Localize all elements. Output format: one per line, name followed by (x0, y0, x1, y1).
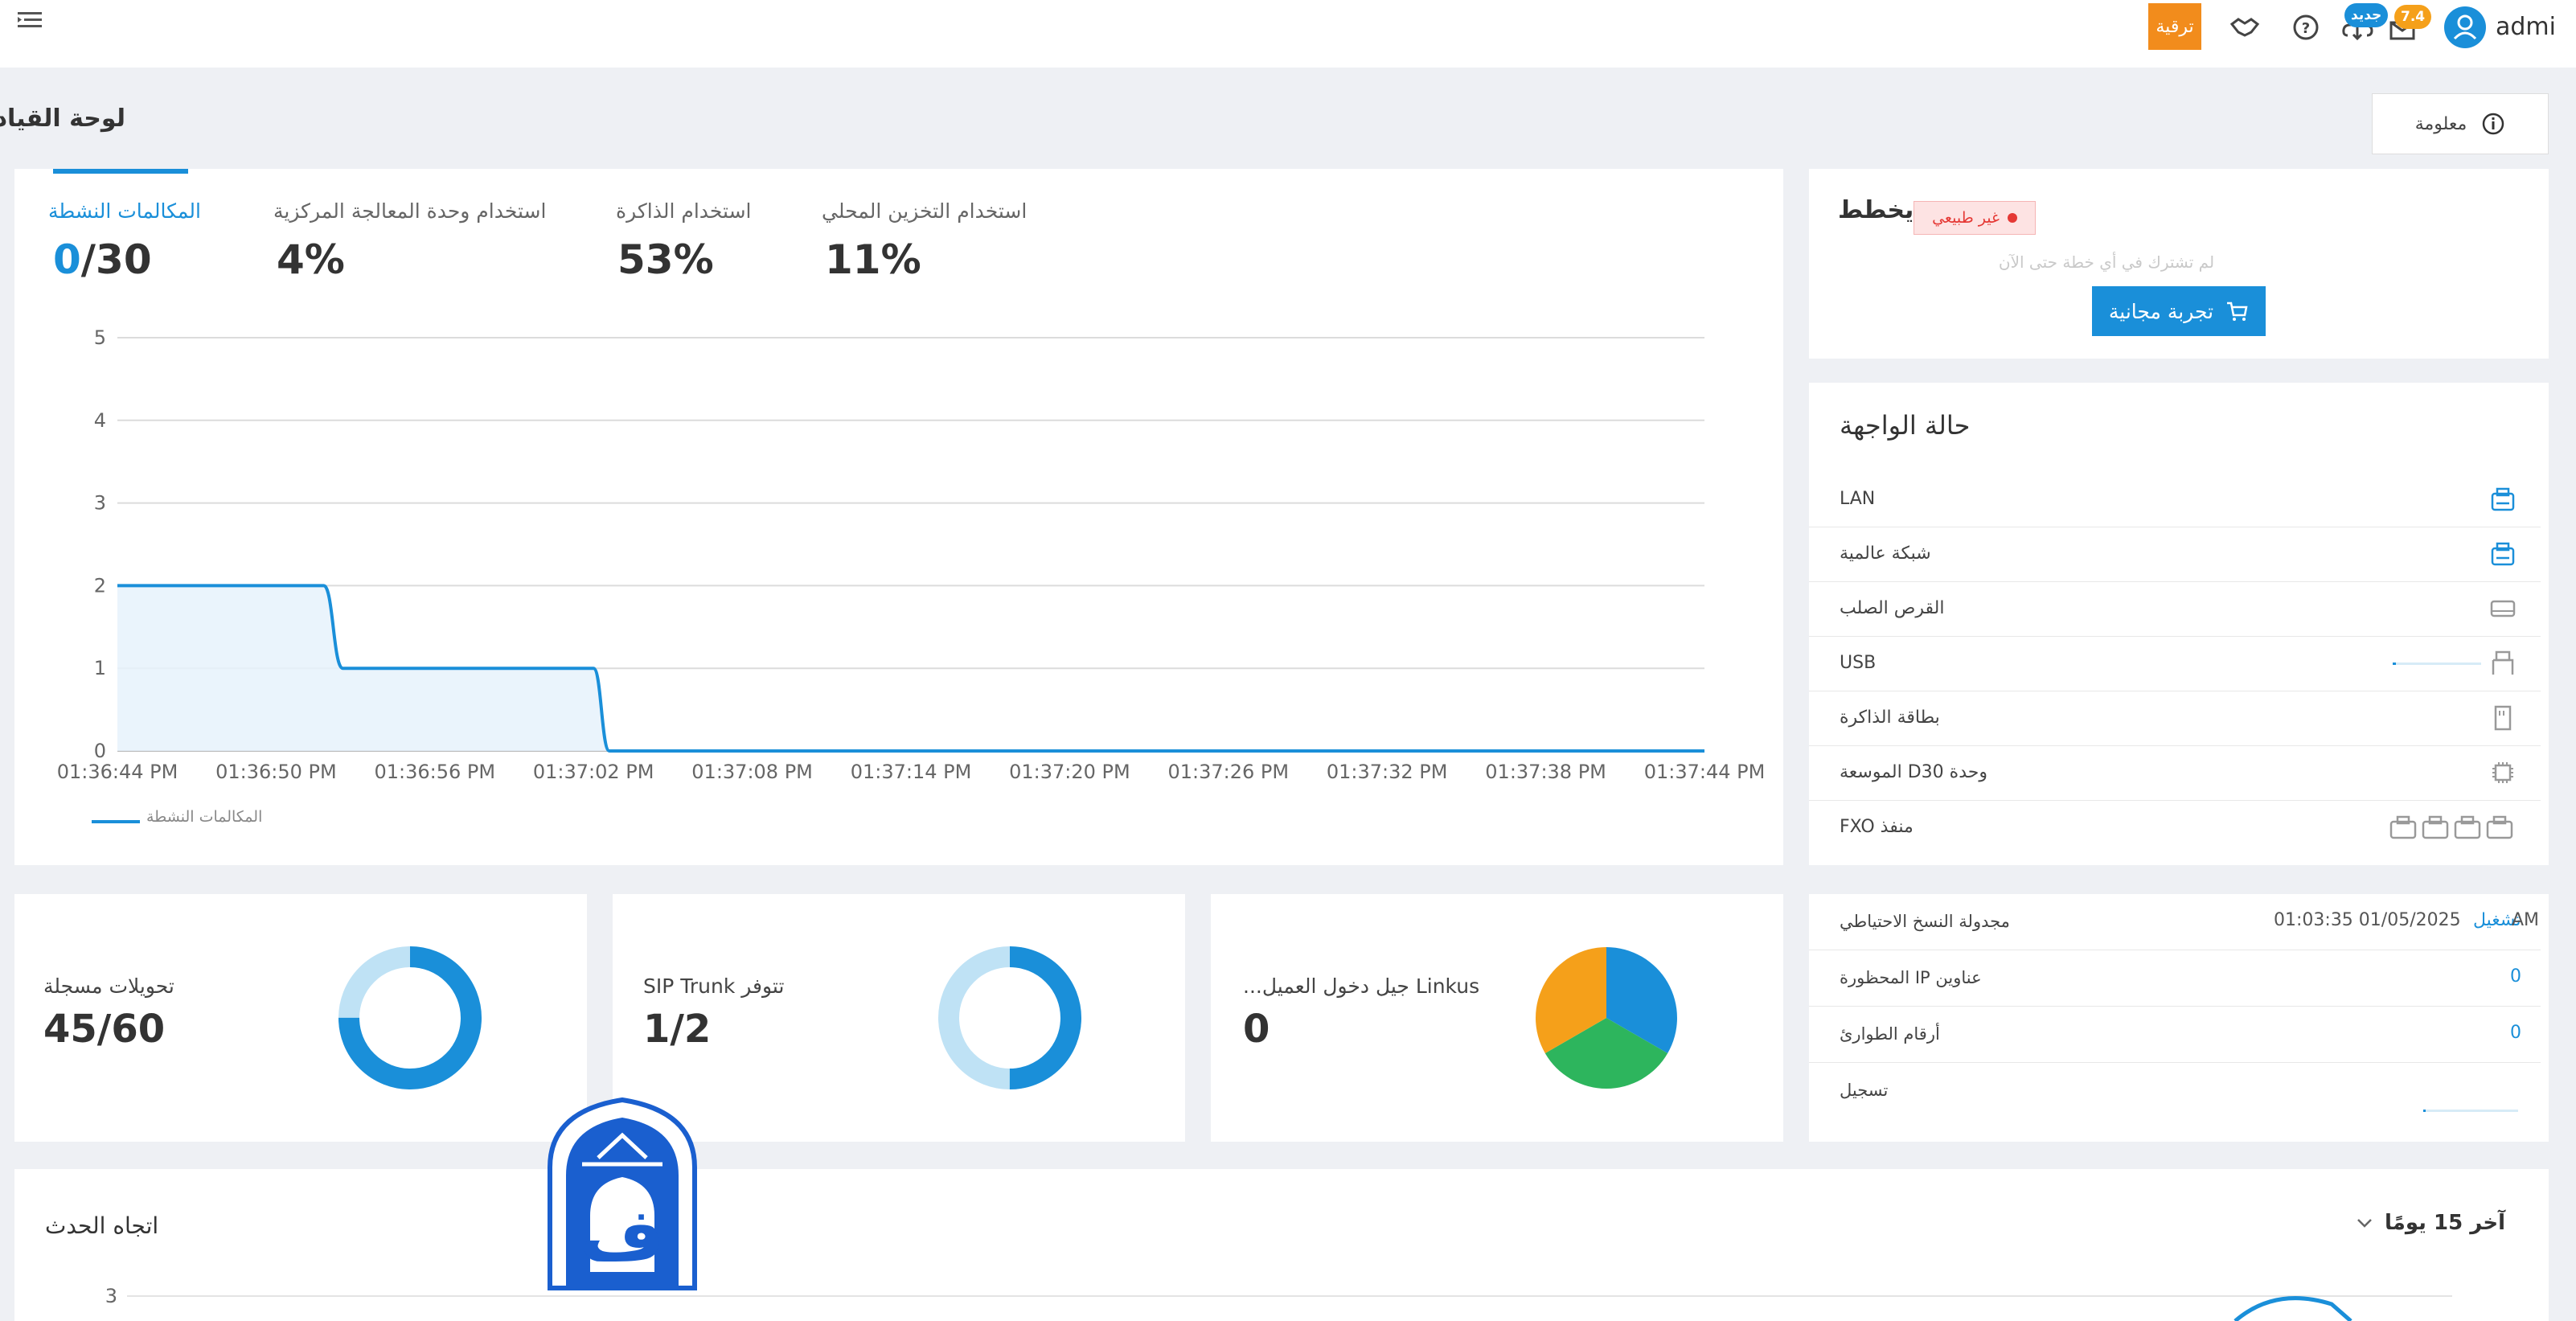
trend-range-label: آخر 15 يومًا (2385, 1211, 2506, 1235)
interface-label: USB (1840, 653, 1877, 673)
stat-value-storage: 11% (825, 236, 921, 283)
sd-card-icon (2494, 705, 2512, 731)
menu-icon[interactable] (16, 10, 45, 34)
interface-label: LAN (1840, 489, 1876, 509)
cart-icon (2227, 302, 2248, 321)
legend-swatch (92, 820, 140, 823)
svg-text:?: ? (2302, 20, 2310, 37)
usb-icon (2492, 650, 2514, 675)
info-icon (2483, 113, 2504, 135)
emergency-numbers-label: أرقام الطوارئ (1840, 1024, 1940, 1044)
plan-note: لم تشترك في أي خطة حتى الآن (1998, 252, 2215, 272)
backup-time-suffix: AM (2512, 910, 2540, 930)
backup-schedule-time: 01:03:35 01/05/2025 (2274, 910, 2461, 930)
free-trial-label: تجربة مجانية (2108, 299, 2214, 323)
username[interactable]: admi (2496, 13, 2556, 41)
interface-label: الموسعة D30 وحدة (1840, 762, 1987, 782)
sip-trunk-label: SIP Trunk تتوفر (643, 974, 785, 998)
usb-usage-bar (2393, 663, 2481, 665)
stat-label-storage[interactable]: استخدام التخزين المحلي (822, 199, 1027, 223)
interface-row-lan[interactable]: LAN (1809, 473, 2541, 527)
active-tab-indicator (53, 169, 188, 174)
legend-label: المكالمات النشطة (146, 808, 263, 826)
stat-value-memory: 53% (617, 236, 714, 283)
lan-port-icon (2491, 487, 2515, 511)
info-button[interactable]: معلومة (2372, 93, 2549, 154)
interface-row-hard-disk[interactable]: القرص الصلب (1809, 582, 2541, 637)
top-bar: ترقية ? جديد 7.4 admi (0, 0, 2576, 68)
interface-label: بطاقة الذاكرة (1840, 708, 1940, 728)
linkus-login-value: 0 (1243, 1007, 1270, 1052)
svg-text:ف: ف (580, 1193, 665, 1278)
interface-row-d30-module[interactable]: الموسعة D30 وحدة (1809, 746, 2541, 801)
interface-status-title: حالة الواجهة (1840, 410, 1971, 441)
blocked-ip-row[interactable]: المحظورة IP عناوين 0 (1809, 950, 2541, 1007)
wan-port-icon (2491, 542, 2515, 566)
stat-label-cpu[interactable]: استخدام وحدة المعالجة المركزية (273, 199, 546, 223)
version-badge: 7.4 (2394, 5, 2432, 29)
event-trend-title: اتجاه الحدث (45, 1212, 159, 1239)
page-title: لوحة القيادة (0, 105, 125, 133)
chevron-down-icon (2357, 1219, 2372, 1228)
interface-row-usb[interactable]: USB (1809, 637, 2541, 691)
info-label: معلومة (2414, 113, 2467, 134)
stat-label-memory[interactable]: استخدام الذاكرة (616, 199, 752, 223)
upgrade-button[interactable]: ترقية (2148, 3, 2201, 50)
interface-row-sd-card[interactable]: بطاقة الذاكرة (1809, 691, 2541, 746)
registered-extensions-value: 45/60 (43, 1007, 166, 1052)
fxo-port-icon (2389, 815, 2513, 839)
free-trial-button[interactable]: تجربة مجانية (2092, 286, 2266, 336)
stat-value-active-calls: 0/30 (53, 236, 152, 283)
status-dot-icon (2007, 213, 2017, 223)
linkus-login-card[interactable] (1211, 894, 1783, 1142)
blocked-ip-value[interactable]: 0 (2510, 966, 2521, 987)
status-badge-text: غير طبيعي (1932, 209, 2000, 227)
emergency-numbers-value[interactable]: 0 (2510, 1023, 2521, 1043)
stat-label-active-calls[interactable]: المكالمات النشطة (48, 199, 201, 223)
stat-value-cpu: 4% (277, 236, 345, 283)
registered-extensions-label: تحويلات مسجلة (43, 974, 174, 998)
society-logo-watermark: ف (548, 1097, 697, 1290)
plan-title: يخطط (1838, 196, 1914, 224)
handshake-icon[interactable] (2227, 10, 2262, 45)
recording-usage-bar (2423, 1110, 2518, 1112)
interface-label: شبكة عالمية (1840, 544, 1931, 564)
interface-row-fxo[interactable]: FXO منفذ (1809, 801, 2541, 855)
module-icon (2492, 762, 2513, 783)
hard-disk-icon (2490, 600, 2516, 617)
blocked-ip-label: المحظورة IP عناوين (1840, 968, 1982, 987)
linkus-login-label: ...جيل دخول العميل Linkus (1243, 974, 1480, 998)
user-avatar-icon[interactable] (2444, 6, 2486, 48)
emergency-numbers-row[interactable]: أرقام الطوارئ 0 (1809, 1007, 2541, 1063)
interface-label: القرص الصلب (1840, 598, 1945, 618)
trend-range-select[interactable]: آخر 15 يومًا (2356, 1211, 2505, 1235)
new-badge: جديد (2344, 3, 2389, 27)
recording-row[interactable]: تسجيل (1809, 1063, 2541, 1119)
help-icon[interactable]: ? (2288, 10, 2324, 45)
recording-label: تسجيل (1840, 1081, 1889, 1100)
backup-schedule-label: مجدولة النسخ الاحتياطي (1840, 912, 2010, 931)
interface-label: FXO منفذ (1840, 817, 1914, 837)
sip-trunk-value: 1/2 (643, 1007, 712, 1052)
backup-schedule-row[interactable]: مجدولة النسخ الاحتياطي 01:03:35 01/05/20… (1809, 894, 2541, 950)
status-badge: غير طبيعي (1914, 201, 2036, 235)
event-trend-card (14, 1169, 2549, 1321)
interface-row-wan[interactable]: شبكة عالمية (1809, 527, 2541, 582)
